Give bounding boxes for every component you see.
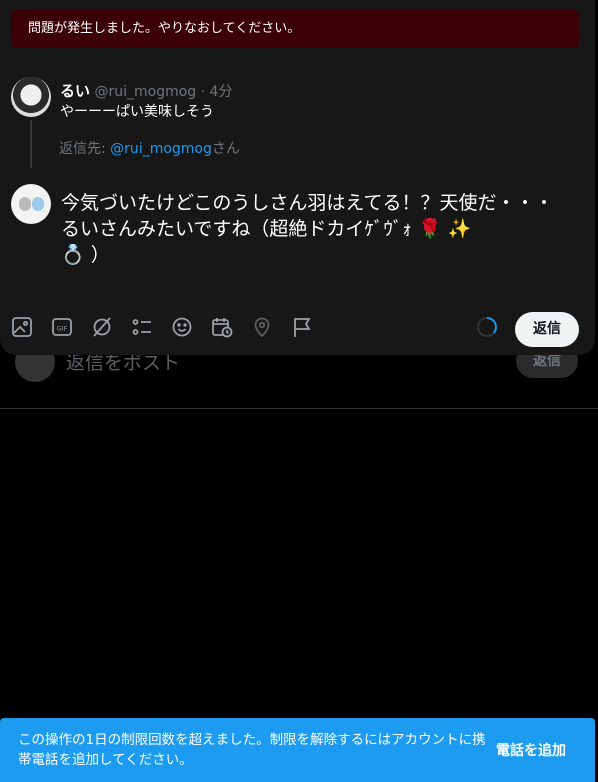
compose-textarea[interactable]: 今気づいたけどこのうしさん羽はえてる！？天使だ・・・るいさんみたいですね（超絶ド… — [61, 190, 566, 268]
original-post-text: やーーーぱい美味しそう — [60, 104, 214, 120]
user-avatar — [11, 184, 51, 224]
avatar-figure-right — [32, 197, 44, 211]
error-banner: 問題が発生しました。やりなおしてください。 — [11, 10, 579, 48]
schedule-icon[interactable] — [211, 316, 233, 338]
thread-line — [30, 120, 32, 168]
rose-emoji: 🌹 — [417, 218, 442, 240]
original-author-name[interactable]: るい — [60, 82, 90, 100]
ring-emoji: 💍 — [61, 244, 85, 266]
gif-icon[interactable]: GIF — [51, 316, 73, 338]
replying-to: 返信先: @rui_mogmogさん — [59, 138, 240, 158]
svg-text:GIF: GIF — [57, 325, 68, 333]
compose-text-end: ） — [90, 244, 110, 266]
character-progress-ring — [476, 316, 498, 338]
emoji-icon[interactable] — [171, 316, 193, 338]
rate-limit-toast: この操作の1日の制限回数を超えました。制限を解除するにはアカウントに携帯電話を追… — [0, 718, 595, 782]
add-phone-button[interactable]: 電話を追加 — [496, 740, 566, 760]
poll-icon[interactable] — [131, 316, 153, 338]
reply-modal: 問題が発生しました。やりなおしてください。 るい @rui_mogmog · 4… — [0, 0, 595, 355]
original-post-time[interactable]: 4分 — [210, 84, 233, 100]
toast-message: この操作の1日の制限回数を超えました。制限を解除するにはアカウントに携帯電話を追… — [18, 732, 486, 768]
compose-text-main: 今気づいたけどこのうしさん羽はえてる！？天使だ・・・るいさんみたいですね（超絶ド… — [61, 192, 554, 240]
flag-icon[interactable] — [291, 316, 313, 338]
image-icon[interactable] — [11, 316, 33, 338]
header-separator: · — [200, 84, 206, 100]
sparkles-emoji: ✨ — [447, 218, 472, 240]
reply-button[interactable]: 返信 — [515, 312, 579, 347]
replying-to-mention[interactable]: @rui_mogmog — [110, 141, 212, 157]
original-author-handle[interactable]: @rui_mogmog — [94, 84, 196, 100]
avatar-figure-left — [19, 197, 31, 211]
replying-to-prefix: 返信先: — [59, 141, 111, 157]
compose-toolbar: GIF 返信 — [0, 312, 595, 347]
original-post-header: るい @rui_mogmog · 4分 — [60, 80, 232, 101]
original-author-avatar[interactable] — [11, 77, 51, 117]
location-icon[interactable] — [251, 316, 273, 338]
grok-icon[interactable] — [91, 316, 113, 338]
replying-to-suffix: さん — [211, 141, 240, 157]
